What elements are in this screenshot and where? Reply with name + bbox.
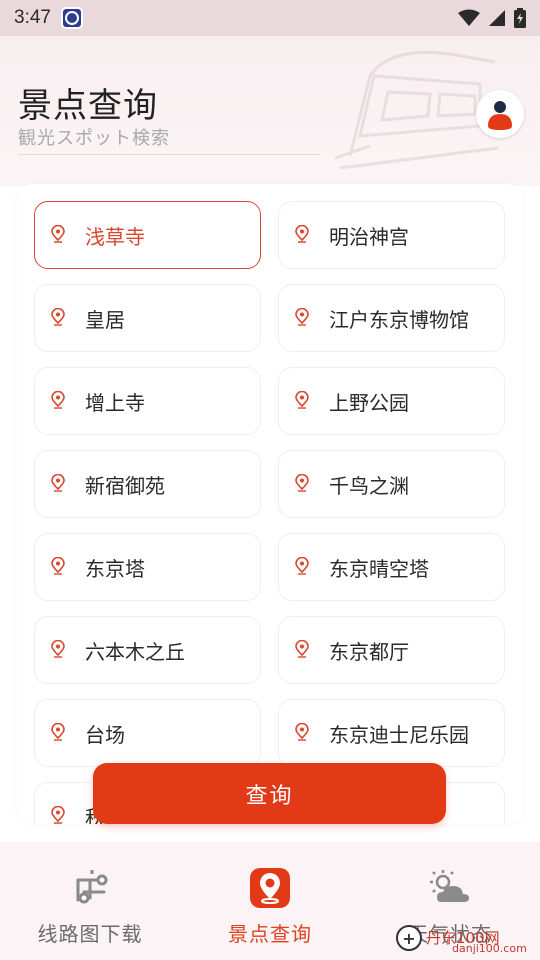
spot-item[interactable]: 上野公园: [278, 367, 505, 435]
watermark-plus-icon: +: [396, 925, 422, 951]
location-pin-icon: [51, 640, 67, 660]
spot-label: 上野公园: [329, 390, 409, 415]
spot-label: 东京都厅: [329, 639, 409, 664]
wifi-icon: [458, 9, 480, 26]
site-watermark: + 丹东100网 danji100.com: [396, 918, 536, 958]
spot-label: 明治神宫: [329, 224, 409, 249]
location-pin-icon: [51, 723, 67, 743]
spot-label: 浅草寺: [85, 224, 145, 249]
nav-item-route-map[interactable]: 线路图下载: [0, 842, 180, 960]
page-title: 景点查询: [18, 86, 158, 126]
location-pin-icon: [248, 866, 292, 910]
spot-label: 增上寺: [85, 390, 145, 415]
spot-item[interactable]: 浅草寺: [34, 201, 261, 269]
spot-item[interactable]: 东京晴空塔: [278, 533, 505, 601]
query-button[interactable]: 查询: [93, 763, 446, 824]
location-pin-icon: [295, 723, 311, 743]
nav-item-spot-query[interactable]: 景点查询: [180, 842, 360, 960]
spot-list-card: 浅草寺 明治神宫皇居 江户东京博物馆增上寺 上野公园新宿御苑 千鸟之渊东京塔 东京晴空塔六…: [17, 184, 523, 824]
spot-item[interactable]: 东京都厅: [278, 616, 505, 684]
spot-item[interactable]: 六本木之丘: [34, 616, 261, 684]
spot-item[interactable]: 皇居: [34, 284, 261, 352]
user-icon: [488, 101, 512, 130]
nav-label-route-map: 线路图下载: [37, 922, 143, 946]
spot-label: 皇居: [85, 307, 125, 332]
status-indicators: [458, 8, 526, 28]
spot-item[interactable]: 江户东京博物馆: [278, 284, 505, 352]
location-pin-icon: [295, 391, 311, 411]
spot-label: 东京晴空塔: [329, 556, 429, 581]
page-subtitle: 観光スポット検索: [18, 128, 170, 149]
battery-icon: [514, 8, 526, 28]
spot-label: 江户东京博物馆: [329, 307, 469, 332]
signal-icon: [489, 10, 505, 26]
watermark-url: danji100.com: [452, 942, 527, 955]
location-pin-icon: [51, 225, 67, 245]
status-time: 3:47: [14, 7, 51, 28]
location-pin-icon: [295, 557, 311, 577]
spot-item[interactable]: 增上寺: [34, 367, 261, 435]
nav-label-spot-query: 景点查询: [228, 922, 312, 946]
spot-label: 千鸟之渊: [329, 473, 409, 498]
weather-icon: [428, 866, 472, 910]
location-pin-icon: [295, 474, 311, 494]
user-avatar[interactable]: [476, 90, 524, 138]
spot-item[interactable]: 明治神宫: [278, 201, 505, 269]
location-pin-icon: [51, 391, 67, 411]
location-pin-icon: [51, 474, 67, 494]
location-pin-icon: [295, 640, 311, 660]
train-illustration: [334, 50, 499, 170]
spot-item[interactable]: 千鸟之渊: [278, 450, 505, 518]
location-pin-icon: [51, 308, 67, 328]
route-map-icon: [68, 866, 112, 910]
spot-grid: 浅草寺 明治神宫皇居 江户东京博物馆增上寺 上野公园新宿御苑 千鸟之渊东京塔 东京晴空塔六…: [34, 201, 505, 824]
spot-item[interactable]: 东京塔: [34, 533, 261, 601]
location-pin-icon: [295, 225, 311, 245]
spot-label: 六本木之丘: [85, 639, 185, 664]
subtitle-divider: [18, 154, 320, 155]
location-pin-icon: [295, 308, 311, 328]
spot-label: 东京塔: [85, 556, 145, 581]
spot-item[interactable]: 东京迪士尼乐园: [278, 699, 505, 767]
spot-label: 台场: [85, 722, 125, 747]
location-pin-icon: [51, 557, 67, 577]
spot-item[interactable]: 台场: [34, 699, 261, 767]
location-pin-icon: [51, 806, 67, 824]
status-bar: 3:47: [0, 0, 540, 36]
spot-item[interactable]: 新宿御苑: [34, 450, 261, 518]
app-notification-icon: [60, 7, 83, 29]
spot-label: 东京迪士尼乐园: [329, 722, 469, 747]
page-header: 景点查询 観光スポット検索: [0, 36, 540, 186]
spot-label: 新宿御苑: [85, 473, 165, 498]
